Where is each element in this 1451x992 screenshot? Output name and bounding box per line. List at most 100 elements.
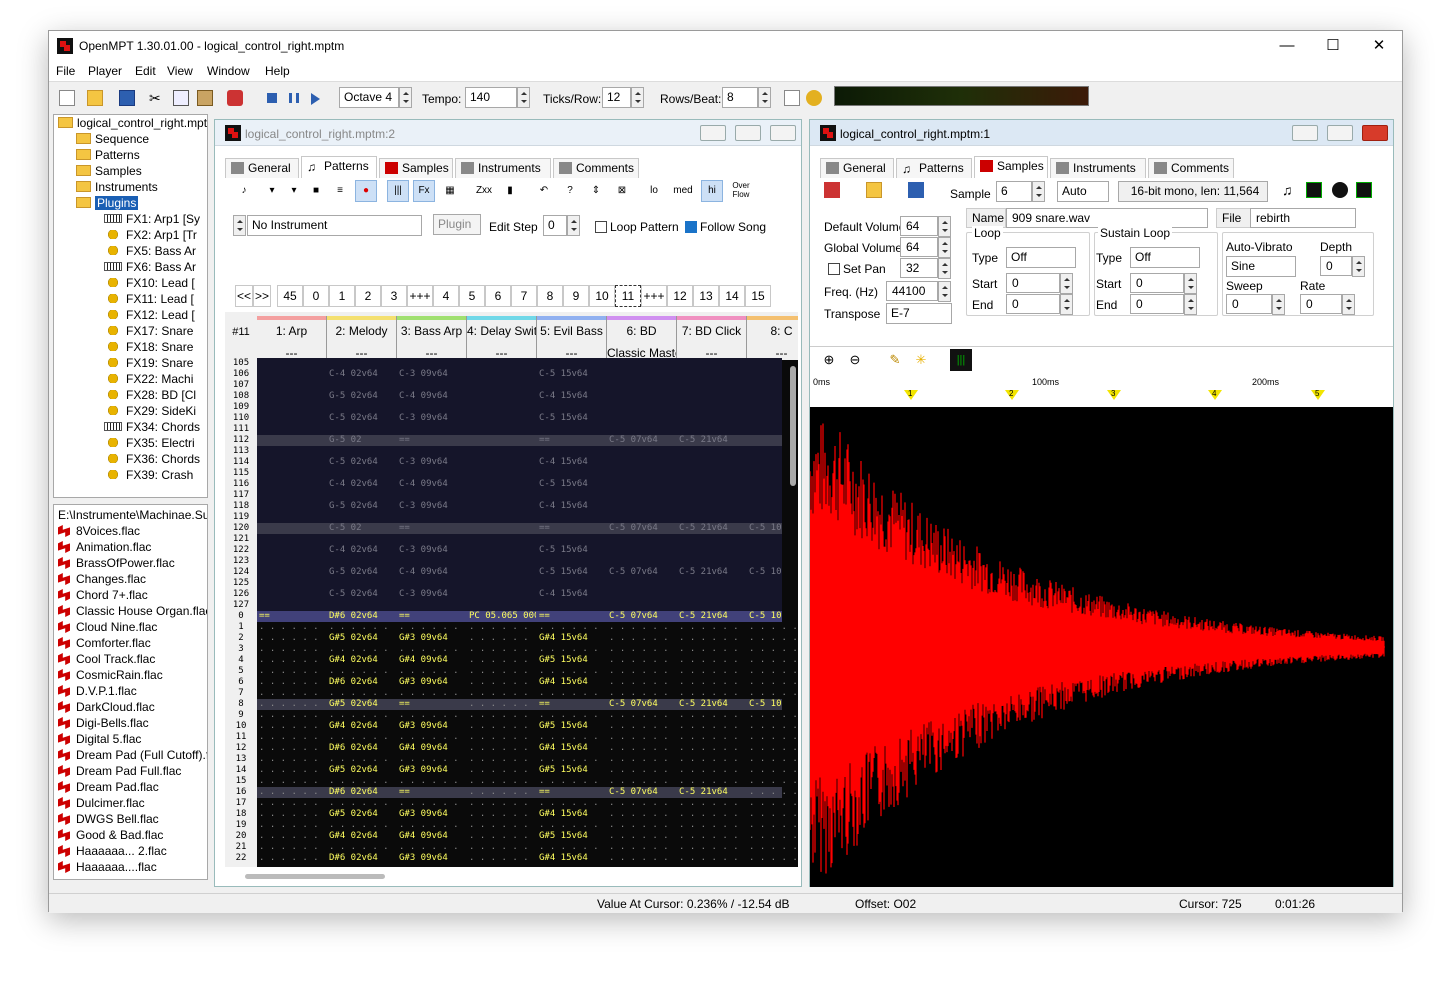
plugin-item[interactable]: FX29: SideKi (104, 403, 196, 419)
mute-icon[interactable]: ▮ (499, 180, 521, 202)
pattern-cell[interactable]: . . . . . . . . (609, 743, 676, 754)
pattern-cell[interactable]: C-3 09v64 (399, 545, 466, 556)
pattern-cell[interactable] (469, 490, 536, 501)
pattern-cell[interactable]: C-5 15v64 (539, 369, 606, 380)
pattern-row[interactable]: . . . . . . . .G#4 02v64G#3 09v64. . . .… (257, 721, 798, 732)
save-icon[interactable] (119, 90, 135, 106)
file-item[interactable]: Good & Bad.flac (58, 827, 163, 843)
grid-icon[interactable]: ▦ (439, 180, 461, 202)
pattern-cell[interactable] (609, 358, 676, 369)
pattern-cell[interactable]: . . . . . . . . (469, 655, 536, 666)
pattern-cell[interactable]: . . . . . . . . (399, 798, 466, 809)
file-item[interactable]: D.V.P.1.flac (58, 683, 137, 699)
pattern-row[interactable]: C-5 02v64 C-3 09v64 C-5 15v64 (257, 413, 782, 424)
lo-button[interactable]: lo (643, 180, 665, 202)
pattern-cell[interactable] (539, 380, 606, 391)
channel-header[interactable]: 5: Evil Bass --- (537, 316, 607, 360)
pattern-cell[interactable]: . . . . . . . . (609, 820, 676, 831)
channel-header[interactable]: 7: BD Click --- (677, 316, 747, 360)
pattern-cell[interactable]: . . . . . . . . (329, 798, 396, 809)
pattern-row[interactable]: . . . . . . . .. . . . . . . .. . . . . … (257, 798, 798, 809)
plugin-item[interactable]: FX5: Bass Ar (104, 243, 196, 259)
pattern-cell[interactable]: G-5 02v64 (329, 567, 396, 578)
pattern-cell[interactable]: . . . . . . . . (469, 721, 536, 732)
pattern-cell[interactable] (259, 479, 326, 490)
pattern-cell[interactable]: C-3 09v64 (399, 457, 466, 468)
pattern-cell[interactable] (469, 600, 536, 611)
freq-input[interactable]: 44100 (886, 281, 938, 301)
pattern-cell[interactable]: . . . . . . . . (609, 633, 676, 644)
pattern-cell[interactable] (329, 512, 396, 523)
pattern-cell[interactable]: == (399, 611, 466, 622)
pattern-cell[interactable]: D#6 02v64 (329, 611, 396, 622)
pattern-cell[interactable]: . . . . . . . . (469, 842, 536, 853)
pattern-cell[interactable] (679, 490, 746, 501)
pattern-cell[interactable]: . . . . . . . . (749, 677, 798, 688)
pattern-row[interactable] (257, 512, 782, 523)
pattern-cell[interactable]: . . . . . . . . (399, 710, 466, 721)
file-item[interactable]: DarkCloud.flac (58, 699, 155, 715)
pattern-cell[interactable]: G#3 09v64 (399, 809, 466, 820)
pattern-cell[interactable]: G#5 02v64 (329, 699, 396, 710)
pattern-cell[interactable]: C-4 09v64 (399, 479, 466, 490)
pattern-cell[interactable]: . . . . . . . . (469, 853, 536, 864)
tab-samples[interactable]: Samples (974, 156, 1048, 178)
tempo-input[interactable]: 140 (465, 87, 517, 108)
pattern-cell[interactable]: . . . . . . . . (469, 633, 536, 644)
plugin-item[interactable]: FX17: Snare (104, 323, 193, 339)
plugin-item[interactable]: FX10: Lead [ (104, 275, 195, 291)
pattern-cell[interactable]: . . . . . . . . (399, 820, 466, 831)
pattern-cell[interactable] (329, 468, 396, 479)
pattern-cell[interactable] (679, 380, 746, 391)
pattern-cell[interactable] (469, 468, 536, 479)
pattern-cell[interactable] (469, 479, 536, 490)
channel-header[interactable]: 3: Bass Arp --- (397, 316, 467, 360)
sweep-spinner[interactable] (1272, 294, 1285, 315)
pattern-cell[interactable]: . . . . . . . . (609, 688, 676, 699)
order-item[interactable]: 1 (329, 285, 355, 307)
pattern-cell[interactable] (259, 578, 326, 589)
pattern-cell[interactable]: == (539, 435, 606, 446)
pattern-cell[interactable] (679, 391, 746, 402)
pattern-cell[interactable]: G#4 15v64 (539, 677, 606, 688)
pattern-cell[interactable] (259, 358, 326, 369)
pattern-cell[interactable]: == (399, 435, 466, 446)
pattern-cell[interactable]: . . . . . . . . (399, 688, 466, 699)
pattern-cell[interactable] (259, 380, 326, 391)
pattern-cell[interactable] (539, 468, 606, 479)
pattern-cell[interactable]: C-4 15v64 (539, 457, 606, 468)
spectrum-view-icon[interactable]: ||| (950, 349, 972, 371)
tree-root[interactable]: logical_control_right.mptm (58, 115, 207, 131)
pattern-cell[interactable]: C-5 07v64 (609, 523, 676, 534)
pattern-cell[interactable]: C-5 10 (749, 523, 798, 534)
pattern-cell[interactable]: . . . . . . . . (259, 820, 326, 831)
pattern-cell[interactable]: . . . . . . . . (749, 798, 798, 809)
pattern-row[interactable]: C-5 02v64 C-3 09v64 C-4 15v64 (257, 457, 782, 468)
rows-per-beat-spinner[interactable] (758, 87, 771, 108)
cue-marker[interactable]: 4 (1208, 389, 1222, 400)
pattern-row[interactable] (257, 468, 782, 479)
pattern-cell[interactable]: . . . . . . . . (469, 688, 536, 699)
fx-icon[interactable]: Fx (413, 180, 435, 202)
pattern-cell[interactable] (469, 358, 536, 369)
stop-icon[interactable] (267, 93, 277, 103)
pattern-cell[interactable]: . . . . . . . . (469, 787, 536, 798)
plugin-item[interactable]: FX2: Arp1 [Tr (104, 227, 197, 243)
instrument-select[interactable]: No Instrument (247, 215, 422, 236)
pattern-cell[interactable]: . . . . . . . . (679, 842, 746, 853)
pattern-cell[interactable]: . . . . . . . . (749, 721, 798, 732)
pattern-cell[interactable]: G-5 02v64 (329, 391, 396, 402)
pattern-row[interactable] (257, 578, 782, 589)
pattern-cell[interactable] (609, 534, 676, 545)
pattern-cell[interactable]: . . . . . . . . (609, 622, 676, 633)
plugin-item[interactable]: FX19: Snare (104, 355, 193, 371)
tree-node[interactable]: Sequence (76, 131, 149, 147)
transpose-select[interactable]: E-7 (886, 303, 952, 324)
pattern-row[interactable]: . . . . . . . .G#4 02v64G#4 09v64. . . .… (257, 655, 798, 666)
pattern-cell[interactable]: . . . . . . . . (259, 710, 326, 721)
pattern-cell[interactable]: == (539, 523, 606, 534)
pattern-cell[interactable] (749, 556, 798, 567)
pattern-row[interactable]: G-5 02v64 C-3 09v64 C-4 15v64 (257, 501, 782, 512)
file-item[interactable]: CosmicRain.flac (58, 667, 163, 683)
pattern-cell[interactable]: . . . . . . . . (469, 776, 536, 787)
